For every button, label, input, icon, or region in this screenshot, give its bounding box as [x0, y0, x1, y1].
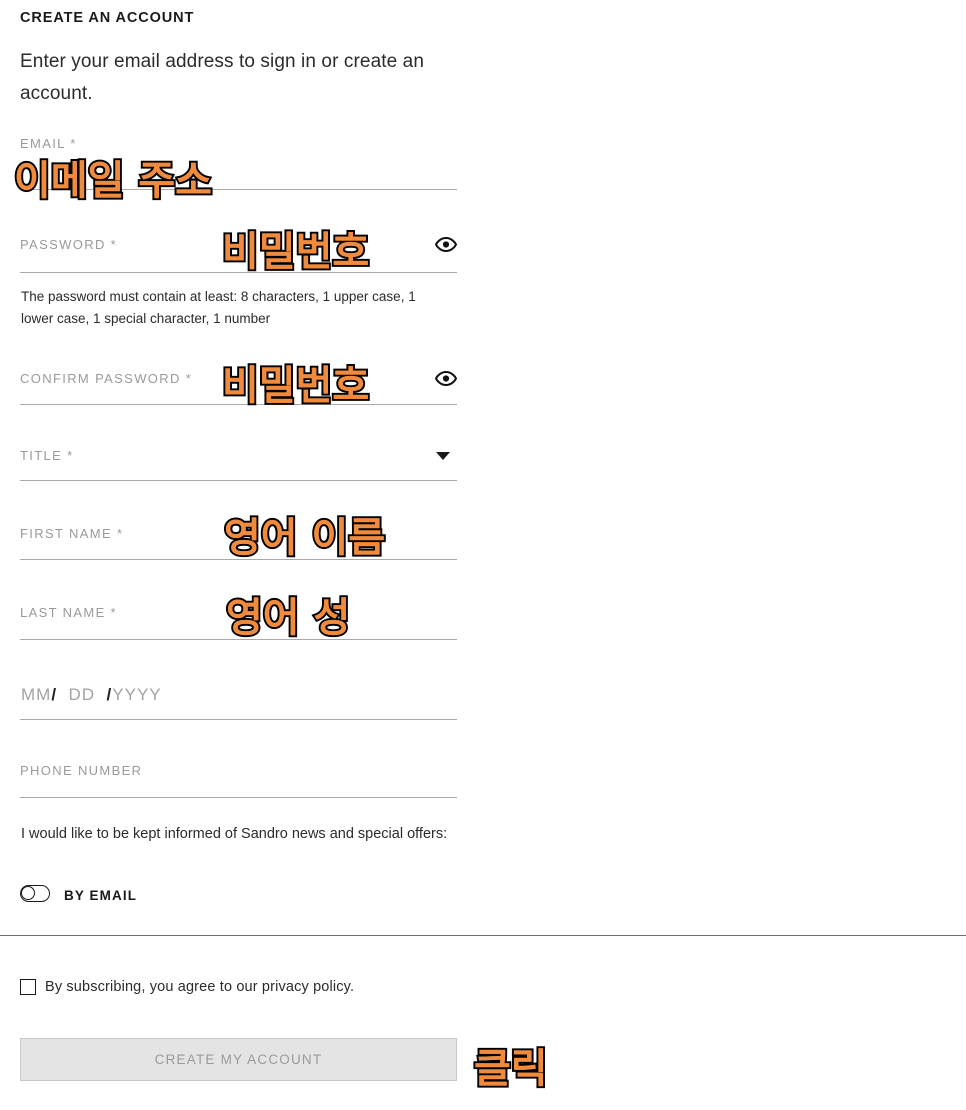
last-name-label: LAST NAME *: [20, 605, 117, 620]
eye-icon[interactable]: [433, 365, 459, 391]
email-field-group: EMAIL *: [20, 136, 457, 151]
newsletter-email-toggle-label: BY EMAIL: [64, 888, 138, 903]
intro-text: Enter your email address to sign in or c…: [20, 51, 425, 104]
phone-label: PHONE NUMBER: [20, 763, 143, 778]
create-account-page: CREATE AN ACCOUNT Enter your email addre…: [0, 0, 966, 1110]
confirm-password-input[interactable]: [20, 404, 457, 405]
birthdate-month-input[interactable]: MM: [21, 685, 51, 704]
privacy-policy-checkbox[interactable]: [20, 979, 36, 995]
birthdate-day-input[interactable]: DD: [69, 685, 96, 704]
birthdate-year-input[interactable]: YYYY: [112, 685, 161, 704]
phone-input[interactable]: [20, 797, 457, 798]
create-my-account-button[interactable]: CREATE MY ACCOUNT: [20, 1038, 457, 1081]
annotation-click: 클릭: [474, 1046, 548, 1092]
first-name-input[interactable]: [20, 559, 457, 560]
password-input[interactable]: [20, 272, 457, 273]
first-name-field-group: FIRST NAME *: [20, 526, 457, 541]
annotation-email-address-outline: 이메일 주소: [12, 156, 214, 206]
title-label: TITLE *: [20, 448, 74, 463]
password-field-group: PASSWORD *: [20, 237, 457, 252]
newsletter-prompt: I would like to be kept informed of Sand…: [21, 826, 448, 842]
annotation-click-outline: 클릭: [472, 1044, 550, 1094]
newsletter-email-toggle[interactable]: [20, 885, 50, 902]
first-name-label: FIRST NAME *: [20, 526, 124, 541]
email-label: EMAIL *: [20, 136, 77, 151]
privacy-policy-label: By subscribing, you agree to our privacy…: [45, 979, 355, 995]
last-name-field-group: LAST NAME *: [20, 605, 457, 620]
annotation-email-address: 이메일 주소: [14, 158, 212, 204]
password-helper-text: The password must contain at least: 8 ch…: [21, 289, 416, 326]
title-select[interactable]: [20, 480, 457, 481]
confirm-password-field-group: CONFIRM PASSWORD *: [20, 371, 457, 386]
phone-field-group: PHONE NUMBER: [20, 763, 457, 778]
toggle-knob: [21, 885, 35, 900]
email-input[interactable]: [20, 189, 457, 190]
chevron-down-icon[interactable]: [436, 452, 450, 460]
last-name-input[interactable]: [20, 639, 457, 640]
title-field-group: TITLE *: [20, 448, 457, 463]
password-label: PASSWORD *: [20, 237, 118, 252]
confirm-password-label: CONFIRM PASSWORD *: [20, 371, 193, 386]
birthdate-separator-1: /: [51, 685, 58, 704]
birthdate-underline[interactable]: [20, 719, 457, 720]
page-title: CREATE AN ACCOUNT: [20, 10, 195, 26]
section-divider: [0, 935, 966, 936]
eye-icon[interactable]: [433, 231, 459, 257]
birthdate-group[interactable]: MM/ DD /YYYY: [21, 685, 162, 705]
